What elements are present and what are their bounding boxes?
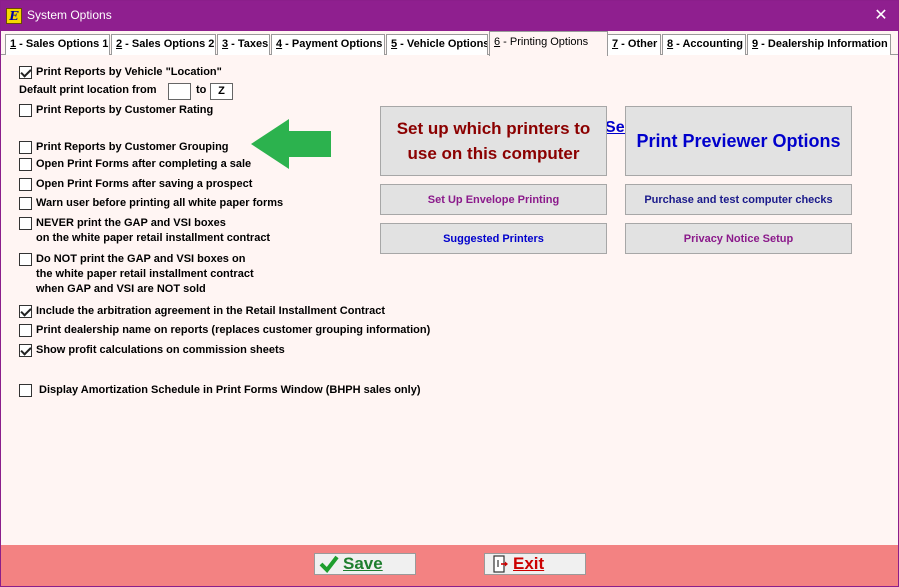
privacy-notice-button[interactable]: Privacy Notice Setup	[625, 223, 852, 254]
save-button[interactable]: Save	[314, 553, 416, 575]
tab-dealership-information[interactable]: 9 - Dealership Information	[747, 34, 891, 55]
checkbox-box[interactable]	[19, 305, 32, 318]
title-bar: E System Options ✕	[1, 1, 898, 31]
close-icon[interactable]: ✕	[870, 5, 892, 27]
tab-printing-options[interactable]: 6 - Printing Options	[489, 31, 608, 56]
exit-button[interactable]: Exit	[484, 553, 586, 575]
checkmark-icon	[319, 555, 339, 573]
tab-strip: 1 - Sales Options 1 2 - Sales Options 2 …	[1, 31, 898, 56]
dealership-name-checkbox[interactable]: Print dealership name on reports (replac…	[19, 323, 430, 338]
never-print-gap-vsi-checkbox[interactable]: NEVER print the GAP and VSI boxes on the …	[19, 216, 270, 246]
location-to-label: to	[196, 84, 207, 96]
tab-other[interactable]: 7 - Other	[607, 34, 661, 55]
envelope-printing-button[interactable]: Set Up Envelope Printing	[380, 184, 607, 215]
checkbox-box[interactable]	[19, 178, 32, 191]
green-arrow-icon	[251, 119, 331, 169]
computer-checks-button[interactable]: Purchase and test computer checks	[625, 184, 852, 215]
do-not-print-gap-vsi-checkbox[interactable]: Do NOT print the GAP and VSI boxes on the…	[19, 252, 254, 297]
checkbox-box[interactable]	[19, 141, 32, 154]
amortization-schedule-checkbox[interactable]: Display Amortization Schedule in Print F…	[19, 383, 421, 398]
arbitration-agreement-checkbox[interactable]: Include the arbitration agreement in the…	[19, 304, 385, 319]
default-location-label: Default print location from	[19, 84, 157, 96]
checkbox-box[interactable]	[19, 324, 32, 337]
checkbox-box[interactable]	[19, 66, 32, 79]
open-forms-after-sale-checkbox[interactable]: Open Print Forms after completing a sale	[19, 157, 251, 172]
tab-payment-options[interactable]: 4 - Payment Options	[271, 34, 385, 55]
printing-options-panel: Print Reports by Vehicle "Location" Defa…	[3, 55, 896, 545]
tab-taxes[interactable]: 3 - Taxes	[217, 34, 270, 55]
checkbox-box[interactable]	[19, 197, 32, 210]
location-from-input[interactable]	[168, 83, 191, 100]
checkbox-box[interactable]	[19, 104, 32, 117]
location-to-input[interactable]: Z	[210, 83, 233, 100]
tab-vehicle-options[interactable]: 5 - Vehicle Options	[386, 34, 488, 55]
print-by-customer-rating-checkbox[interactable]: Print Reports by Customer Rating	[19, 103, 213, 118]
system-options-window: E System Options ✕ 1 - Sales Options 1 2…	[0, 0, 899, 587]
exit-door-icon	[493, 555, 508, 573]
print-by-customer-grouping-checkbox[interactable]: Print Reports by Customer Grouping	[19, 140, 229, 155]
profit-calculations-checkbox[interactable]: Show profit calculations on commission s…	[19, 343, 285, 358]
print-previewer-button[interactable]: Print Previewer Options	[625, 106, 852, 176]
checkbox-box[interactable]	[19, 384, 32, 397]
checkbox-box[interactable]	[19, 158, 32, 171]
footer-bar: Save Exit	[1, 545, 898, 586]
warn-white-paper-checkbox[interactable]: Warn user before printing all white pape…	[19, 196, 283, 211]
tab-sales-options-1[interactable]: 1 - Sales Options 1	[5, 34, 110, 55]
app-icon: E	[6, 8, 22, 24]
tab-accounting[interactable]: 8 - Accounting	[662, 34, 746, 55]
print-by-vehicle-location-checkbox[interactable]: Print Reports by Vehicle "Location"	[19, 65, 222, 80]
checkbox-box[interactable]	[19, 217, 32, 230]
suggested-printers-button[interactable]: Suggested Printers	[380, 223, 607, 254]
checkbox-box[interactable]	[19, 344, 32, 357]
window-title: System Options	[27, 8, 112, 22]
open-forms-after-prospect-checkbox[interactable]: Open Print Forms after saving a prospect	[19, 177, 252, 192]
setup-printers-button[interactable]: Set up which printers to use on this com…	[380, 106, 607, 176]
checkbox-box[interactable]	[19, 253, 32, 266]
tab-sales-options-2[interactable]: 2 - Sales Options 2	[111, 34, 216, 55]
